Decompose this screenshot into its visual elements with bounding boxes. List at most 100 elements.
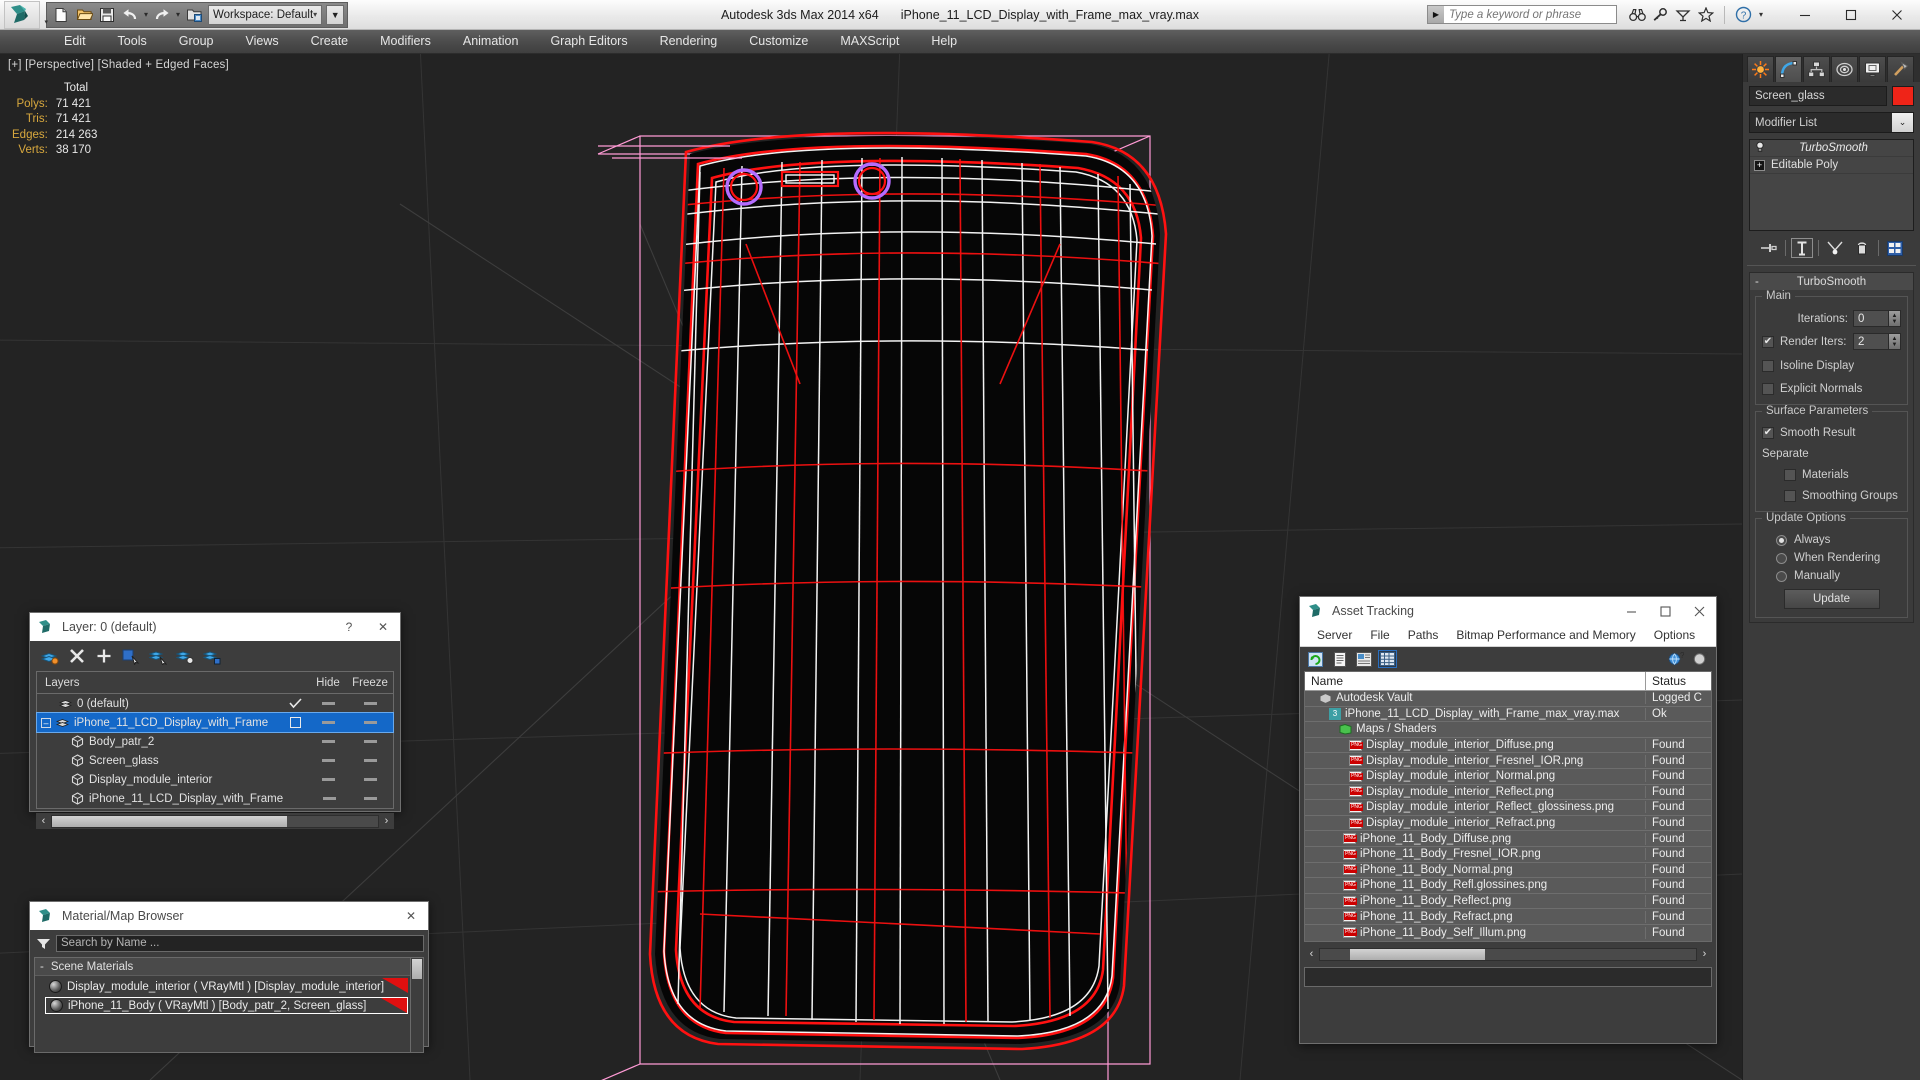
smooth-result-checkbox[interactable] (1762, 427, 1774, 439)
isoline-display-row[interactable]: Isoline Display (1762, 357, 1901, 375)
hide-toggle[interactable] (309, 702, 347, 705)
update-button[interactable]: Update (1783, 589, 1880, 609)
update-manually-row[interactable]: Manually (1762, 567, 1901, 585)
close-button[interactable] (1682, 598, 1716, 625)
table-row[interactable]: Display_module_interior_Fresnel_IOR.png F… (1305, 753, 1711, 769)
table-row[interactable]: Maps / Shaders (1305, 722, 1711, 738)
when-rendering-radio[interactable] (1776, 552, 1787, 564)
close-button[interactable]: ✕ (366, 614, 400, 641)
hide-toggle[interactable] (309, 759, 347, 762)
menu-item-server[interactable]: Server (1308, 625, 1361, 646)
delete-layer-icon[interactable] (67, 646, 87, 666)
asset-table[interactable]: Name Status Autodesk Vault Logged C 3 iP… (1304, 671, 1712, 942)
material-item-display-module-interior[interactable]: Display_module_interior ( VRayMtl ) [Dis… (45, 978, 408, 995)
minimize-button[interactable] (1782, 0, 1828, 29)
freeze-toggle[interactable] (347, 740, 393, 743)
chevron-down-icon[interactable]: ⌄ (1892, 113, 1913, 132)
layer-row-default[interactable]: 0 (default) (37, 694, 393, 713)
scroll-track[interactable] (51, 814, 379, 828)
menu-item-options[interactable]: Options (1645, 625, 1704, 646)
modifier-stack-item-turbosmooth[interactable]: TurboSmooth (1750, 140, 1913, 157)
modifier-stack[interactable]: TurboSmooth + Editable Poly (1749, 139, 1914, 231)
collapse-minus-icon[interactable]: – (41, 717, 51, 728)
isoline-display-checkbox[interactable] (1762, 360, 1774, 372)
select-layer-icon[interactable] (148, 646, 168, 666)
lightbulb-icon[interactable] (1754, 141, 1766, 156)
table-row[interactable]: iPhone_11_Body_Reflect.png Found (1305, 894, 1711, 910)
render-iters-spinner-buttons[interactable]: ▲ ▼ (1889, 333, 1901, 350)
always-radio[interactable] (1776, 534, 1787, 546)
material-map-browser-window[interactable]: Material/Map Browser ✕ Search by Name ..… (29, 901, 429, 1053)
table-row[interactable]: iPhone_11_Body_Normal.png Found (1305, 863, 1711, 879)
iterations-stepper[interactable]: 0 ▲ ▼ (1853, 310, 1901, 327)
menu-item-maxscript[interactable]: MAXScript (824, 30, 915, 53)
help-icon[interactable]: ? (1733, 5, 1753, 25)
explicit-normals-checkbox[interactable] (1762, 383, 1774, 395)
table-row[interactable]: iPhone_11_Body_Refract.png Found (1305, 909, 1711, 925)
workspace-menu-button[interactable]: ▼ (326, 4, 345, 25)
update-when-rendering-row[interactable]: When Rendering (1762, 549, 1901, 567)
menu-item-edit[interactable]: Edit (48, 30, 102, 53)
scroll-right-icon[interactable]: › (379, 814, 394, 829)
group-collapse-icon[interactable]: - (40, 961, 44, 973)
infocenter-search[interactable]: ▶ (1427, 5, 1617, 24)
material-vertical-scrollbar[interactable] (410, 958, 423, 1052)
object-color-swatch[interactable] (1892, 86, 1914, 106)
materials-checkbox[interactable] (1784, 469, 1796, 481)
search-key-icon[interactable] (1650, 5, 1670, 25)
iterations-value[interactable]: 0 (1853, 310, 1889, 327)
remove-modifier-icon[interactable] (1851, 238, 1873, 258)
list-view-icon[interactable] (1330, 650, 1349, 668)
layer-row-body-patr-2[interactable]: Body_patr_2 (37, 732, 393, 751)
binoculars-icon[interactable] (1627, 5, 1647, 25)
menu-item-graph-editors[interactable]: Graph Editors (534, 30, 643, 53)
modifier-stack-item-editable-poly[interactable]: + Editable Poly (1750, 157, 1913, 174)
asset-tracking-window[interactable]: Asset Tracking Server File Paths Bitmap … (1299, 596, 1717, 1044)
rollout-header-turbosmooth[interactable]: - TurboSmooth (1750, 273, 1913, 290)
modifier-list-dropdown[interactable]: Modifier List ⌄ (1749, 112, 1914, 133)
freeze-toggle[interactable] (347, 702, 393, 705)
select-objects-in-layer-icon[interactable] (121, 646, 141, 666)
scroll-left-icon[interactable]: ‹ (1304, 947, 1319, 962)
menu-item-file[interactable]: File (1361, 625, 1398, 646)
undo-dropdown-icon[interactable]: ▾ (142, 4, 150, 26)
workspace-selector[interactable]: Workspace: Default ▾ (208, 4, 323, 25)
help-globe-icon[interactable]: ? (1666, 650, 1685, 668)
table-row[interactable]: iPhone_11_Body_Refl.glossines.png Found (1305, 878, 1711, 894)
table-row[interactable]: Autodesk Vault Logged C (1305, 691, 1711, 707)
hide-toggle[interactable] (309, 778, 347, 781)
update-always-row[interactable]: Always (1762, 531, 1901, 549)
subscription-dish-icon[interactable] (1673, 5, 1693, 25)
table-row[interactable]: Display_module_interior_Refract.png Found (1305, 816, 1711, 832)
configure-modifier-sets-icon[interactable] (1884, 238, 1906, 258)
current-layer-check[interactable] (281, 698, 309, 709)
refresh-icon[interactable] (1306, 650, 1325, 668)
menu-item-customize[interactable]: Customize (733, 30, 824, 53)
hide-toggle[interactable] (309, 721, 347, 724)
create-tab[interactable] (1747, 56, 1774, 82)
material-list[interactable]: - Scene Materials Display_module_interio… (35, 958, 410, 1052)
freeze-toggle[interactable] (348, 797, 393, 800)
layer-row-iphone[interactable]: – iPhone_11_LCD_Display_with_Frame (36, 712, 394, 733)
render-iters-checkbox[interactable] (1762, 335, 1774, 348)
pin-stack-icon[interactable] (1758, 238, 1780, 258)
layer-row-iphone-object[interactable]: iPhone_11_LCD_Display_with_Frame (37, 789, 393, 808)
highlight-selected-objects-icon[interactable] (175, 646, 195, 666)
scene-materials-group[interactable]: - Scene Materials (35, 958, 410, 976)
collapse-icon[interactable]: - (1755, 276, 1759, 288)
freeze-toggle[interactable] (347, 759, 393, 762)
redo-dropdown-icon[interactable]: ▾ (174, 4, 182, 26)
bitmap-view-icon[interactable] (1354, 650, 1373, 668)
open-file-button[interactable] (73, 4, 95, 26)
undo-button[interactable] (119, 4, 141, 26)
table-row[interactable]: Display_module_interior_Diffuse.png Found (1305, 738, 1711, 754)
scroll-left-icon[interactable]: ‹ (36, 814, 51, 829)
table-row[interactable]: iPhone_11_Body_Self_Illum.png Found (1305, 925, 1711, 941)
hide-toggle[interactable] (309, 740, 347, 743)
menu-item-group[interactable]: Group (163, 30, 230, 53)
minimize-button[interactable] (1614, 598, 1648, 625)
freeze-toggle[interactable] (347, 778, 393, 781)
menu-item-tools[interactable]: Tools (102, 30, 163, 53)
help-question-icon[interactable]: ? (1691, 650, 1710, 668)
freeze-toggle[interactable] (347, 721, 393, 724)
